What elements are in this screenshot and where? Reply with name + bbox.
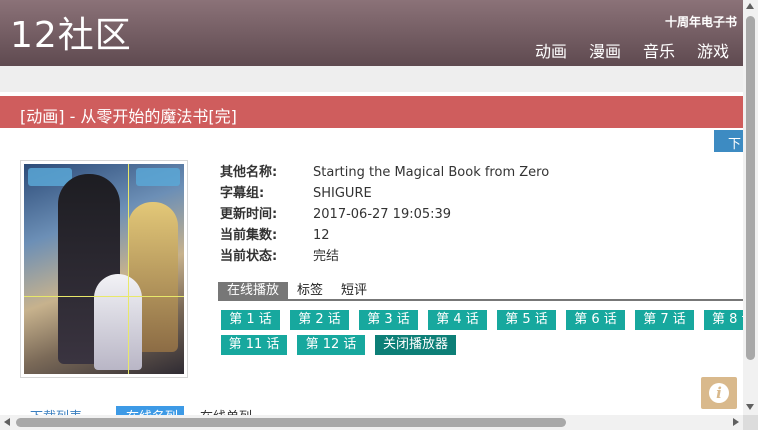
scroll-up-arrow-icon[interactable] bbox=[746, 3, 754, 9]
episode-button[interactable]: 第 5 话 bbox=[497, 310, 556, 330]
poster-guide-line bbox=[128, 164, 129, 374]
anniversary-ebook-link[interactable]: 十周年电子书 bbox=[665, 13, 737, 30]
episode-button[interactable]: 第 8 话 bbox=[704, 310, 743, 330]
site-header: 12社区 十周年电子书 动画 漫画 音乐 游戏 bbox=[0, 0, 743, 66]
nav-anime[interactable]: 动画 bbox=[535, 38, 567, 62]
poster-logo-right bbox=[136, 168, 180, 186]
tab-reviews[interactable]: 短评 bbox=[332, 282, 376, 299]
page-title: [动画] - 从零开始的魔法书[完] bbox=[20, 107, 237, 126]
info-icon: i bbox=[709, 383, 729, 403]
info-value: SHIGURE bbox=[313, 186, 372, 201]
download-side-tab[interactable]: 下 bbox=[714, 130, 743, 152]
info-row-status: 当前状态: 完结 bbox=[220, 248, 549, 269]
vertical-scrollbar[interactable] bbox=[743, 0, 758, 415]
tab-tags[interactable]: 标签 bbox=[288, 282, 332, 299]
info-value: 2017-06-27 19:05:39 bbox=[313, 207, 452, 222]
info-row-updated: 更新时间: 2017-06-27 19:05:39 bbox=[220, 206, 549, 227]
poster-guide-line bbox=[24, 296, 184, 297]
page-title-bar: [动画] - 从零开始的魔法书[完] bbox=[0, 96, 743, 128]
poster-figure-white bbox=[94, 274, 142, 370]
tab-online-play[interactable]: 在线播放 bbox=[218, 282, 289, 299]
scroll-right-arrow-icon[interactable] bbox=[733, 418, 739, 426]
episode-button[interactable]: 第 7 话 bbox=[635, 310, 694, 330]
anime-info: 其他名称: Starting the Magical Book from Zer… bbox=[220, 164, 549, 269]
info-button[interactable]: i bbox=[701, 377, 737, 409]
anime-poster bbox=[24, 164, 184, 374]
site-logo[interactable]: 12社区 bbox=[10, 14, 132, 58]
scroll-left-arrow-icon[interactable] bbox=[4, 418, 10, 426]
detail-tabs: 在线播放 标签 短评 bbox=[218, 282, 743, 301]
main-nav: 动画 漫画 音乐 游戏 bbox=[535, 38, 729, 62]
episode-button[interactable]: 第 4 话 bbox=[428, 310, 487, 330]
close-player-button[interactable]: 关闭播放器 bbox=[375, 335, 456, 355]
nav-manga[interactable]: 漫画 bbox=[589, 38, 621, 62]
info-key: 当前状态: bbox=[220, 249, 278, 264]
episode-button[interactable]: 第 2 话 bbox=[290, 310, 349, 330]
info-row-fansub: 字幕组: SHIGURE bbox=[220, 185, 549, 206]
episode-button[interactable]: 第 12 话 bbox=[297, 335, 365, 355]
info-value: Starting the Magical Book from Zero bbox=[313, 165, 550, 180]
episode-button[interactable]: 第 6 话 bbox=[566, 310, 625, 330]
scroll-down-arrow-icon[interactable] bbox=[746, 404, 754, 410]
info-key: 其他名称: bbox=[220, 165, 278, 180]
poster-frame bbox=[20, 160, 188, 378]
horizontal-scrollbar[interactable] bbox=[0, 415, 743, 430]
vertical-scroll-thumb[interactable] bbox=[746, 16, 755, 360]
info-value: 完结 bbox=[313, 249, 340, 264]
info-key: 当前集数: bbox=[220, 228, 278, 243]
info-key: 更新时间: bbox=[220, 207, 278, 222]
info-row-episodes: 当前集数: 12 bbox=[220, 227, 549, 248]
info-key: 字幕组: bbox=[220, 186, 265, 201]
header-spacer bbox=[0, 66, 743, 92]
episode-button[interactable]: 第 3 话 bbox=[359, 310, 418, 330]
scrollbar-corner bbox=[743, 415, 758, 430]
info-value: 12 bbox=[313, 228, 330, 243]
nav-music[interactable]: 音乐 bbox=[643, 38, 675, 62]
nav-games[interactable]: 游戏 bbox=[697, 38, 729, 62]
episode-button[interactable]: 第 11 话 bbox=[221, 335, 287, 355]
episode-button[interactable]: 第 1 话 bbox=[221, 310, 280, 330]
info-row-alt-name: 其他名称: Starting the Magical Book from Zer… bbox=[220, 164, 549, 185]
page: 12社区 十周年电子书 动画 漫画 音乐 游戏 [动画] - 从零开始的魔法书[… bbox=[0, 0, 758, 430]
horizontal-scroll-thumb[interactable] bbox=[16, 418, 566, 427]
